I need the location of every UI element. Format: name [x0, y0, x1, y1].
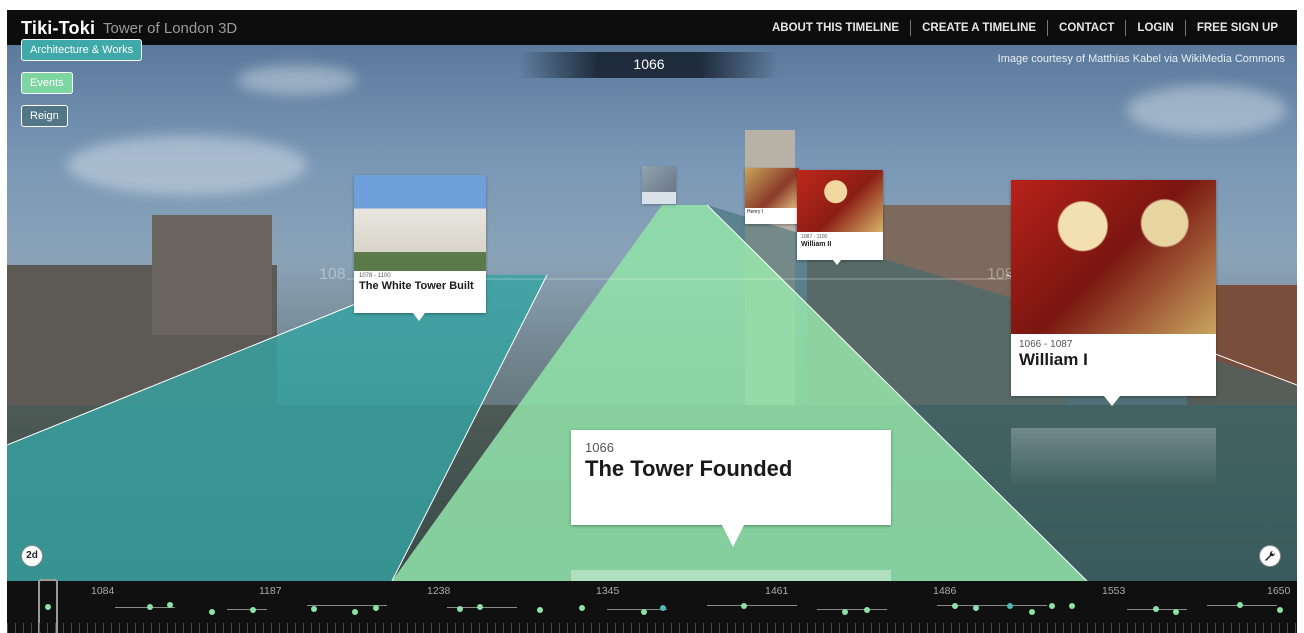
story-date: 1066: [585, 440, 614, 455]
story-card-white-tower[interactable]: 1078 - 1100 The White Tower Built: [354, 175, 486, 313]
settings-wrench-button[interactable]: [1259, 545, 1281, 567]
story-marker[interactable]: [1007, 603, 1013, 609]
story-marker[interactable]: [1049, 603, 1055, 609]
timeline-navigator[interactable]: 1084 1187 1238 1345 1461 1486 1553 1650: [7, 579, 1297, 633]
story-title: The White Tower Built: [359, 280, 474, 292]
story-span-bar: [607, 609, 667, 610]
story-marker[interactable]: [457, 606, 463, 612]
nav-about[interactable]: ABOUT THIS TIMELINE: [761, 20, 910, 36]
story-marker[interactable]: [842, 609, 848, 615]
top-nav: ABOUT THIS TIMELINE CREATE A TIMELINE CO…: [761, 10, 1289, 45]
card-reflection: [571, 570, 891, 581]
wrench-icon: [1265, 550, 1276, 561]
story-pointer: [1104, 396, 1120, 406]
year-tick: 1187: [259, 585, 282, 597]
story-card-william-ii[interactable]: 1087 - 1100 William II: [797, 170, 883, 260]
year-tick: 1345: [596, 585, 620, 597]
story-marker[interactable]: [1153, 606, 1159, 612]
story-title: The Tower Founded: [585, 456, 793, 481]
story-marker[interactable]: [352, 609, 358, 615]
year-tick: 1084: [91, 585, 115, 597]
story-marker[interactable]: [167, 602, 173, 608]
story-marker[interactable]: [1029, 609, 1035, 615]
brand-logo[interactable]: Tiki-Toki: [21, 18, 95, 39]
story-span-bar: [817, 609, 887, 610]
story-pointer: [833, 260, 841, 265]
story-title: William I: [1019, 350, 1088, 369]
nav-contact[interactable]: CONTACT: [1047, 19, 1125, 36]
story-pointer: [722, 525, 744, 547]
story-card-distant[interactable]: [642, 166, 676, 204]
story-marker[interactable]: [537, 607, 543, 613]
story-span-bar: [115, 607, 175, 608]
nav-create[interactable]: CREATE A TIMELINE: [910, 19, 1047, 36]
nav-login[interactable]: LOGIN: [1125, 19, 1184, 36]
year-tick: 1238: [427, 585, 451, 597]
story-marker[interactable]: [477, 604, 483, 610]
story-image: [354, 175, 486, 271]
timeline-title: Tower of London 3D: [103, 20, 238, 37]
timeline-app: Tiki-Toki Tower of London 3D ABOUT THIS …: [7, 10, 1297, 633]
nav-signup[interactable]: FREE SIGN UP: [1184, 19, 1289, 36]
story-marker[interactable]: [1069, 603, 1075, 609]
story-date: 1066 - 1087: [1019, 339, 1073, 350]
story-marker[interactable]: [973, 605, 979, 611]
story-marker[interactable]: [864, 607, 870, 613]
year-tick: 1650: [1267, 585, 1291, 597]
story-title: Henry I: [747, 209, 764, 215]
story-span-bar: [227, 609, 267, 610]
story-date: 1078 - 1100: [359, 273, 391, 279]
story-marker[interactable]: [952, 603, 958, 609]
story-marker[interactable]: [641, 609, 647, 615]
year-tick: 1461: [765, 585, 789, 597]
story-marker[interactable]: [741, 603, 747, 609]
story-image: [1011, 180, 1216, 334]
story-image: [797, 170, 883, 232]
story-marker[interactable]: [660, 605, 666, 611]
story-title: William II: [801, 241, 832, 248]
story-marker[interactable]: [579, 605, 585, 611]
faded-year-label: 108: [987, 266, 1014, 283]
category-reign-button[interactable]: Reign: [21, 105, 68, 127]
category-events-button[interactable]: Events: [21, 72, 73, 94]
story-span-bar: [707, 605, 797, 606]
timeline-ruler: [7, 623, 1297, 633]
category-architecture-button[interactable]: Architecture & Works: [21, 39, 143, 61]
story-date: 1087 - 1100: [801, 234, 828, 240]
story-card-tower-founded[interactable]: 1066 The Tower Founded: [571, 430, 891, 525]
story-marker[interactable]: [147, 604, 153, 610]
story-marker[interactable]: [250, 607, 256, 613]
story-marker[interactable]: [1237, 602, 1243, 608]
story-pointer: [413, 313, 425, 321]
story-marker[interactable]: [311, 606, 317, 612]
story-marker[interactable]: [373, 605, 379, 611]
faded-year-label: 108: [319, 266, 346, 283]
story-card-henry-i[interactable]: Henry I: [745, 168, 799, 224]
year-tick: 1486: [933, 585, 957, 597]
story-image: [642, 166, 676, 192]
story-card-william-i[interactable]: 1066 - 1087 William I: [1011, 180, 1216, 396]
card-reflection: [1011, 428, 1216, 488]
story-image: [745, 168, 799, 208]
story-marker[interactable]: [1277, 607, 1283, 613]
year-tick: 1553: [1102, 585, 1126, 597]
story-marker[interactable]: [1173, 609, 1179, 615]
view-2d-toggle-button[interactable]: 2d: [21, 545, 43, 567]
story-marker[interactable]: [209, 609, 215, 615]
top-bar: Tiki-Toki Tower of London 3D ABOUT THIS …: [7, 10, 1297, 45]
